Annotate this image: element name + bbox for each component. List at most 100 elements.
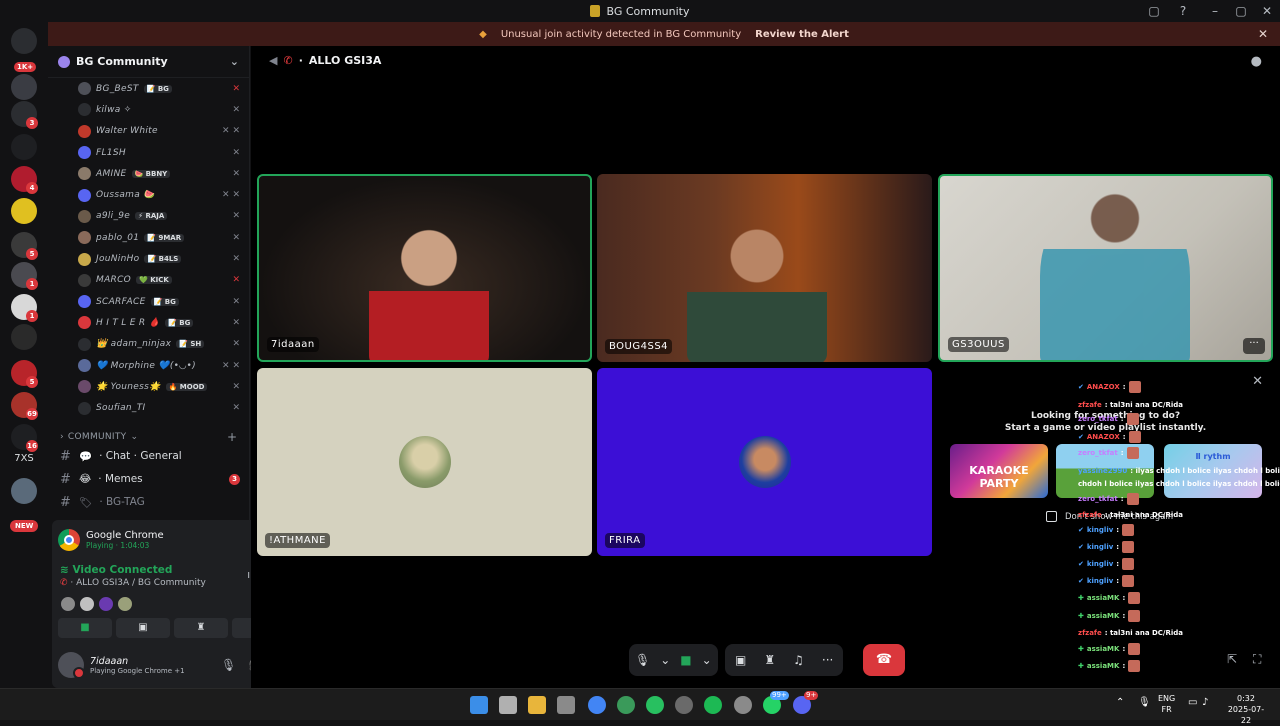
- taskbar-app-icon[interactable]: [704, 696, 722, 714]
- muted-icon: ✕: [232, 83, 240, 94]
- camera-button[interactable]: ■: [58, 618, 112, 638]
- text-channel[interactable]: # 😂 · Memes 3: [60, 469, 240, 489]
- taskbar-app-icon[interactable]: [499, 696, 517, 714]
- review-alert-link[interactable]: Review the Alert: [755, 29, 849, 40]
- video-tile[interactable]: !ATHMANE: [257, 368, 592, 556]
- checkbox[interactable]: [1046, 511, 1057, 522]
- monitor-icon[interactable]: ▢: [1147, 4, 1161, 18]
- member-tag: 📝 9MAR: [144, 233, 185, 242]
- share-screen-button[interactable]: ▣: [735, 653, 746, 667]
- help-icon[interactable]: ?: [1176, 4, 1190, 18]
- popout-icon[interactable]: ⇱: [1227, 652, 1237, 666]
- server-icon[interactable]: [11, 134, 37, 160]
- hash-icon: #: [60, 494, 71, 510]
- server-icon[interactable]: [11, 324, 37, 350]
- whatsapp-badge: 99+: [770, 691, 789, 700]
- video-tile[interactable]: GS3OUUS ···: [938, 174, 1273, 362]
- voice-channel-path[interactable]: ✆ · ALLO GSI3A / BG Community: [60, 578, 206, 588]
- taskbar-app-icon[interactable]: [557, 696, 575, 714]
- close-alert-icon[interactable]: ✕: [1258, 27, 1268, 41]
- fullscreen-icon[interactable]: ⛶: [1253, 652, 1261, 667]
- voice-member[interactable]: Oussama 🍉 ✕ ✕: [48, 184, 250, 205]
- user-avatar[interactable]: [58, 652, 85, 679]
- video-tile[interactable]: FRIRA: [597, 368, 932, 556]
- server-icon[interactable]: [11, 74, 37, 100]
- avatar[interactable]: [60, 596, 76, 612]
- signal-icon: ≋: [60, 564, 73, 576]
- monitor-icon[interactable]: ▭: [1188, 697, 1197, 708]
- member-name: 👑 adam_ninjax: [96, 339, 172, 350]
- voice-status[interactable]: ≋ Video Connected: [60, 564, 172, 576]
- video-tile[interactable]: 7idaaan: [257, 174, 592, 362]
- server-7xs[interactable]: 7XS: [8, 453, 40, 464]
- chevron-down-icon[interactable]: ⌄: [660, 653, 670, 667]
- avatar[interactable]: [117, 596, 133, 612]
- microphone-icon[interactable]: 🎙: [1138, 697, 1151, 708]
- voice-member[interactable]: 🌟 Youness🌟 🔥 MOOD ✕: [48, 376, 250, 397]
- chat-line: ✔ kingliv:: [1078, 523, 1135, 537]
- emote-icon: [1122, 524, 1135, 536]
- volume-icon[interactable]: ♪: [1202, 697, 1208, 708]
- server-icon[interactable]: [11, 478, 37, 504]
- taskbar-app-icon[interactable]: [528, 696, 546, 714]
- participant-video: [1040, 186, 1190, 360]
- more-button[interactable]: ···: [822, 653, 833, 667]
- soundboard-button[interactable]: ♫: [793, 653, 804, 667]
- share-screen-button[interactable]: ▣: [116, 618, 170, 638]
- home-button[interactable]: [11, 28, 37, 54]
- close-icon[interactable]: ✕: [1252, 374, 1263, 389]
- avatar[interactable]: [79, 596, 95, 612]
- voice-member[interactable]: a9li_9e ⚡ RAJA ✕: [48, 206, 250, 227]
- new-badge: NEW: [10, 520, 39, 532]
- taskbar-app-icon[interactable]: [470, 696, 488, 714]
- voice-member[interactable]: MARCO 💚 KICK ✕: [48, 270, 250, 291]
- voice-member[interactable]: Walter White ✕ ✕: [48, 121, 250, 142]
- taskbar-app-icon[interactable]: [734, 696, 752, 714]
- voice-member[interactable]: H I T L E R 🩸 📝 BG ✕: [48, 312, 250, 333]
- text-channel[interactable]: # 💬 · Chat · General: [60, 446, 240, 466]
- avatar[interactable]: [98, 596, 114, 612]
- maximize-button[interactable]: ▢: [1228, 4, 1254, 18]
- category-community[interactable]: › COMMUNITY ⌄: [60, 432, 138, 442]
- minimize-button[interactable]: –: [1202, 4, 1228, 18]
- server-icon[interactable]: [11, 198, 37, 224]
- voice-member[interactable]: pablo_01 📝 9MAR ✕: [48, 227, 250, 248]
- voice-member[interactable]: JouNinHo 📝 B4LS ✕: [48, 248, 250, 269]
- microphone-button[interactable]: 🎙: [635, 653, 650, 667]
- language-indicator[interactable]: ENG FR: [1158, 693, 1175, 715]
- chevron-up-icon[interactable]: ⌃: [1116, 697, 1124, 708]
- badge-icon: ✔: [1078, 560, 1084, 568]
- hang-up-button[interactable]: ☎: [863, 644, 905, 676]
- member-name: Soufian_TI: [96, 403, 146, 414]
- chevron-down-icon[interactable]: ⌄: [702, 653, 712, 667]
- chat-message: :: [1120, 449, 1124, 457]
- voice-member[interactable]: 👑 adam_ninjax 📝 SH ✕: [48, 334, 250, 355]
- voice-member[interactable]: Soufian_TI ✕: [48, 397, 250, 418]
- voice-member[interactable]: FL1SH ✕: [48, 142, 250, 163]
- guild-header[interactable]: BG Community ⌄: [48, 46, 249, 78]
- taskbar-app-icon[interactable]: [646, 696, 664, 714]
- taskbar-app-icon[interactable]: [617, 696, 635, 714]
- activity-button[interactable]: ♜: [174, 618, 228, 638]
- more-options-icon[interactable]: ···: [1243, 338, 1265, 354]
- add-channel-icon[interactable]: +: [227, 430, 237, 444]
- chat-message: :: [1116, 577, 1120, 585]
- voice-member[interactable]: SCARFACE 📝 BG ✕: [48, 291, 250, 312]
- camera-toggle-button[interactable]: ■: [680, 653, 691, 667]
- voice-member[interactable]: AMINE 🍉 BBNY ✕: [48, 163, 250, 184]
- chat-username: yassine2990: [1078, 467, 1128, 475]
- taskbar-app-icon[interactable]: [675, 696, 693, 714]
- voice-member[interactable]: BG_BeST 📝 BG ✕: [48, 78, 250, 99]
- chat-bubble-icon[interactable]: ●: [1251, 54, 1262, 69]
- chat-line: ✔ ANAZOX:: [1078, 380, 1141, 394]
- activity-button[interactable]: ♜: [764, 653, 775, 667]
- microphone-icon[interactable]: 🎙: [221, 658, 236, 672]
- close-window-button[interactable]: ✕: [1254, 4, 1280, 18]
- video-tile[interactable]: BOUG4SS4: [597, 174, 932, 362]
- game-karaoke-party[interactable]: KARAOKE PARTY: [950, 444, 1048, 498]
- text-channel[interactable]: # 🏷 · BG-TAG: [60, 492, 240, 512]
- taskbar-app-icon[interactable]: [588, 696, 606, 714]
- voice-member[interactable]: 💙 Morphine 💙(•◡•) ✕ ✕: [48, 355, 250, 376]
- voice-member[interactable]: kilwa ✧ ✕: [48, 99, 250, 120]
- clock[interactable]: 0:32 2025-07-22: [1224, 693, 1268, 726]
